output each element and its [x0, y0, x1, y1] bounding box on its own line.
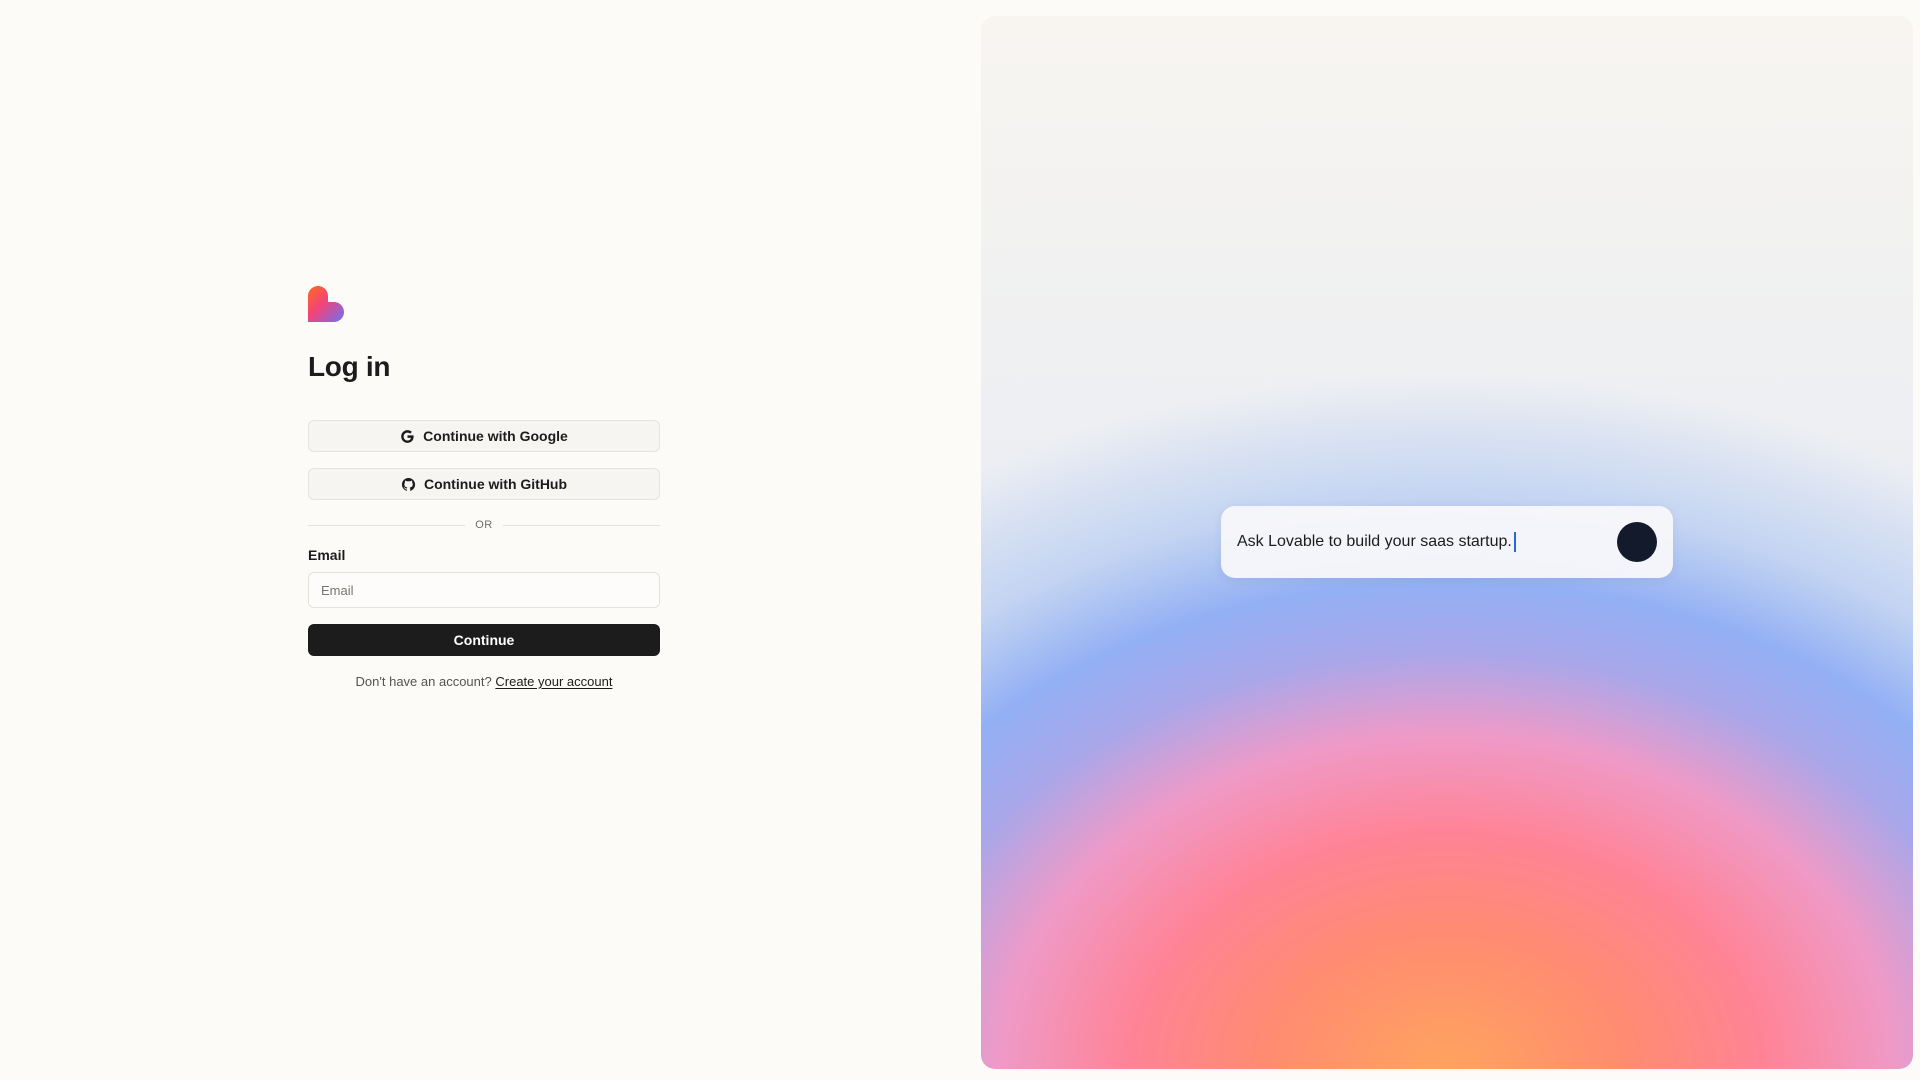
- login-page: Log in Continue with Google Continue wit…: [0, 0, 1920, 1080]
- email-input[interactable]: [308, 572, 660, 608]
- text-caret: [1513, 532, 1516, 552]
- divider-text: OR: [475, 519, 493, 531]
- github-icon: [401, 477, 416, 491]
- continue-with-google-button[interactable]: Continue with Google: [308, 420, 660, 452]
- hero-panel: Ask Lovable to build your saas startup.: [981, 16, 1913, 1069]
- login-form: Log in Continue with Google Continue wit…: [308, 286, 660, 689]
- continue-button[interactable]: Continue: [308, 624, 660, 656]
- prompt-box[interactable]: Ask Lovable to build your saas startup.: [1221, 506, 1673, 578]
- page-title: Log in: [308, 351, 391, 382]
- send-button[interactable]: [1617, 522, 1657, 562]
- or-divider: OR: [308, 516, 660, 534]
- lovable-logo-icon: [308, 286, 344, 322]
- prompt-text-area[interactable]: Ask Lovable to build your saas startup.: [1237, 532, 1617, 552]
- create-account-link[interactable]: Create your account: [495, 674, 612, 689]
- signup-prompt: Don't have an account?: [355, 674, 492, 689]
- prompt-text: Ask Lovable to build your saas startup.: [1237, 533, 1512, 550]
- github-button-label: Continue with GitHub: [423, 476, 568, 492]
- continue-with-github-button[interactable]: Continue with GitHub: [308, 468, 660, 500]
- email-label: Email: [308, 547, 346, 563]
- google-icon: [401, 429, 414, 443]
- divider-line-right: [502, 524, 660, 526]
- divider-line-left: [308, 524, 466, 526]
- signup-row: Don't have an account? Create your accou…: [308, 674, 660, 689]
- google-button-label: Continue with Google: [423, 428, 568, 444]
